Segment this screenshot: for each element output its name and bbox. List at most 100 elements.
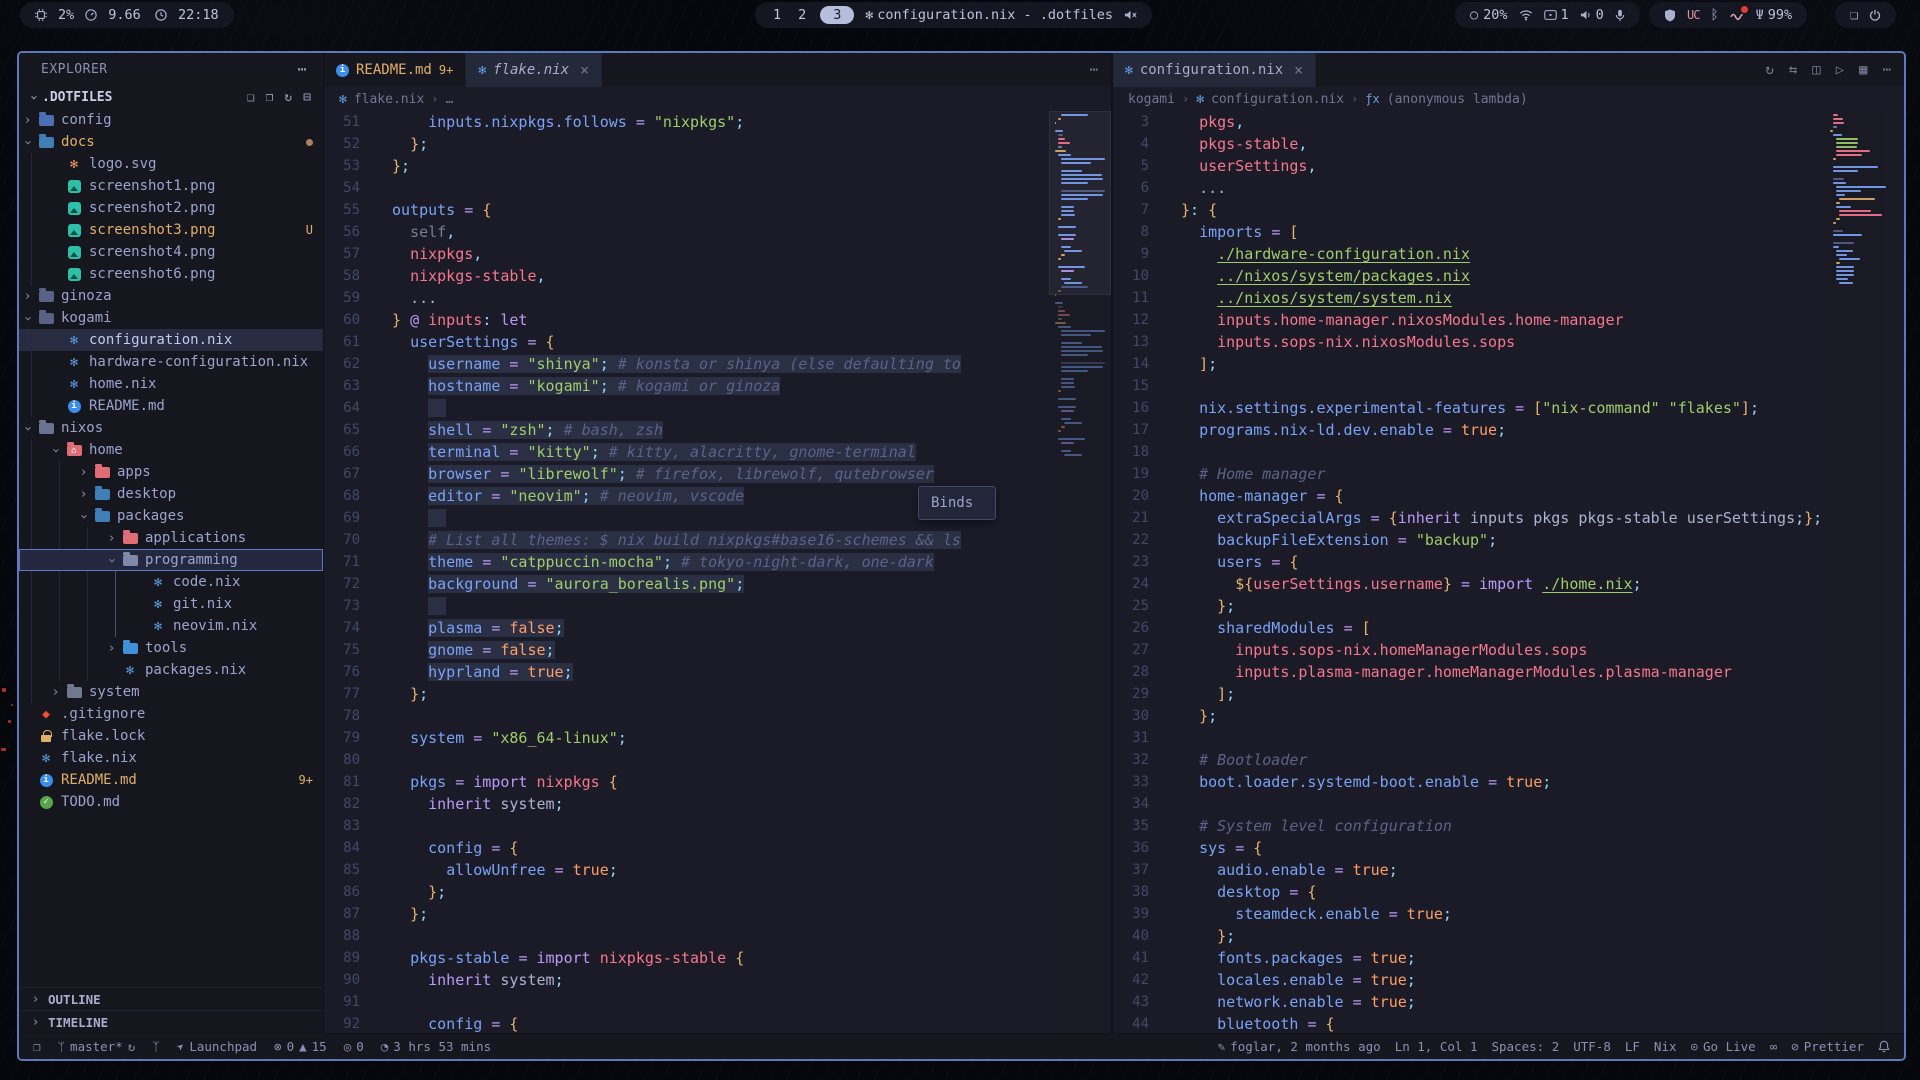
code-line-89[interactable]: 89 pkgs-stable = import nixpkgs-stable { [324, 947, 1111, 969]
code-line-8[interactable]: 8 imports = [ [1113, 221, 1904, 243]
code-line-90[interactable]: 90 inherit system; [324, 969, 1111, 991]
tree-item-flake.nix[interactable]: ✻flake.nix [19, 747, 323, 769]
code-line-62[interactable]: 62 username = "shinya"; # konsta or shin… [324, 353, 1111, 375]
tree-item-desktop[interactable]: ›desktop [19, 483, 323, 505]
chevron-expanded-icon[interactable]: › [76, 508, 91, 525]
chevron-expanded-icon[interactable]: › [104, 552, 119, 569]
timeline-section[interactable]: › TIMELINE [19, 1010, 323, 1033]
connectivity-widget[interactable]: UC ᛒ Ψ 99% [1649, 2, 1807, 28]
tree-item-docs[interactable]: ›docs [19, 131, 323, 153]
code-line-44[interactable]: 44 bluetooth = { [1113, 1013, 1904, 1033]
chevron-expanded-icon[interactable]: › [20, 310, 35, 327]
new-file-icon[interactable]: ❏ [247, 90, 255, 105]
code-line-15[interactable]: 15 [1113, 375, 1904, 397]
code-line-76[interactable]: 76 hyprland = true; [324, 661, 1111, 683]
code-line-92[interactable]: 92 config = { [324, 1013, 1111, 1033]
code-line-10[interactable]: 10 ../nixos/system/packages.nix [1113, 265, 1904, 287]
code-line-36[interactable]: 36 sys = { [1113, 837, 1904, 859]
chevron-collapsed-icon[interactable]: › [75, 465, 92, 480]
tree-item-hardware-configuration.nix[interactable]: ✻hardware-configuration.nix [19, 351, 323, 373]
chevron-collapsed-icon[interactable]: › [19, 289, 36, 304]
code-line-87[interactable]: 87 }; [324, 903, 1111, 925]
code-line-23[interactable]: 23 users = { [1113, 551, 1904, 573]
status-remote-indicator[interactable]: ❐ [33, 1039, 41, 1054]
code-line-91[interactable]: 91 [324, 991, 1111, 1013]
close-tab-icon[interactable]: × [580, 61, 589, 79]
code-line-31[interactable]: 31 [1113, 727, 1904, 749]
code-line-55[interactable]: 55outputs = { [324, 199, 1111, 221]
tree-item-home.nix[interactable]: ✻home.nix [19, 373, 323, 395]
code-line-53[interactable]: 53}; [324, 155, 1111, 177]
status-encoding[interactable]: UTF-8 [1573, 1039, 1611, 1054]
workspace-2[interactable]: 2 [795, 7, 809, 23]
workspace-3-active[interactable]: 3 [820, 6, 854, 24]
chevron-collapsed-icon[interactable]: › [19, 113, 36, 128]
code-line-14[interactable]: 14 ]; [1113, 353, 1904, 375]
tree-item-configuration.nix[interactable]: ✻configuration.nix [19, 329, 323, 351]
chevron-collapsed-icon[interactable]: › [103, 531, 120, 546]
code-line-57[interactable]: 57 nixpkgs, [324, 243, 1111, 265]
code-line-4[interactable]: 4 pkgs-stable, [1113, 133, 1904, 155]
history-icon[interactable]: ↻ [1765, 62, 1773, 78]
run-file-icon[interactable]: ▷ [1836, 62, 1844, 78]
code-line-61[interactable]: 61 userSettings = { [324, 331, 1111, 353]
outline-section[interactable]: › OUTLINE [19, 987, 323, 1010]
breadcrumb[interactable]: ✻ flake.nix › … [324, 87, 1111, 111]
code-line-29[interactable]: 29 ]; [1113, 683, 1904, 705]
status-gitlens-commit[interactable]: ✎foglar, 2 months ago [1218, 1039, 1381, 1054]
code-line-30[interactable]: 30 }; [1113, 705, 1904, 727]
status-eol[interactable]: LF [1625, 1039, 1640, 1054]
chevron-collapsed-icon[interactable]: › [47, 685, 64, 700]
code-line-27[interactable]: 27 inputs.sops-nix.homeManagerModules.so… [1113, 639, 1904, 661]
code-line-37[interactable]: 37 audio.enable = true; [1113, 859, 1904, 881]
tree-item-flake.lock[interactable]: flake.lock [19, 725, 323, 747]
open-changes-icon[interactable]: ⇆ [1789, 62, 1797, 78]
status-extension-status[interactable]: ∞ [1770, 1039, 1778, 1054]
chevron-collapsed-icon[interactable]: › [103, 641, 120, 656]
code-line-19[interactable]: 19 # Home manager [1113, 463, 1904, 485]
code-line-54[interactable]: 54 [324, 177, 1111, 199]
tree-item-applications[interactable]: ›applications [19, 527, 323, 549]
code-line-28[interactable]: 28 inputs.plasma-manager.homeManagerModu… [1113, 661, 1904, 683]
code-line-65[interactable]: 65 shell = "zsh"; # bash, zsh [324, 419, 1111, 441]
session-widget[interactable]: ❏ [1835, 2, 1896, 28]
code-line-18[interactable]: 18 [1113, 441, 1904, 463]
status-launchpad[interactable]: ➤Launchpad [177, 1039, 257, 1054]
code-line-85[interactable]: 85 allowUnfree = true; [324, 859, 1111, 881]
code-line-77[interactable]: 77 }; [324, 683, 1111, 705]
split-editor-icon[interactable]: ◫ [1812, 62, 1820, 78]
new-folder-icon[interactable]: ❐ [266, 90, 274, 105]
refresh-explorer-icon[interactable]: ↻ [284, 90, 292, 105]
tree-item-packages.nix[interactable]: ✻packages.nix [19, 659, 323, 681]
code-line-40[interactable]: 40 }; [1113, 925, 1904, 947]
more-actions-icon[interactable]: ⋯ [1883, 62, 1891, 78]
tree-item-ginoza[interactable]: ›ginoza [19, 285, 323, 307]
code-line-70[interactable]: 70 # List all themes: $ nix build nixpkg… [324, 529, 1111, 551]
code-line-21[interactable]: 21 extraSpecialArgs = {inherit inputs pk… [1113, 507, 1904, 529]
tree-item-screenshot2.png[interactable]: screenshot2.png [19, 197, 323, 219]
code-line-42[interactable]: 42 locales.enable = true; [1113, 969, 1904, 991]
status-cursor-position[interactable]: Ln 1, Col 1 [1395, 1039, 1478, 1054]
explorer-more-actions-icon[interactable]: ⋯ [297, 60, 307, 78]
chevron-expanded-icon[interactable]: › [48, 442, 63, 459]
code-line-20[interactable]: 20 home-manager = { [1113, 485, 1904, 507]
tree-item-.gitignore[interactable]: ◆.gitignore [19, 703, 323, 725]
code-line-58[interactable]: 58 nixpkgs-stable, [324, 265, 1111, 287]
status-notifications-bell[interactable] [1878, 1040, 1890, 1053]
code-line-81[interactable]: 81 pkgs = import nixpkgs { [324, 771, 1111, 793]
tree-item-home[interactable]: ›⌂home [19, 439, 323, 461]
code-line-16[interactable]: 16 nix.settings.experimental-features = … [1113, 397, 1904, 419]
tab-readme[interactable]: i README.md 9+ [324, 53, 466, 87]
code-line-64[interactable]: 64 [324, 397, 1111, 419]
tree-item-neovim.nix[interactable]: ✻neovim.nix [19, 615, 323, 637]
speaker-muted-icon[interactable] [1124, 9, 1137, 21]
status-indentation[interactable]: Spaces: 2 [1491, 1039, 1559, 1054]
code-line-83[interactable]: 83 [324, 815, 1111, 837]
code-line-7[interactable]: 7}: { [1113, 199, 1904, 221]
status-source-control-graph[interactable]: ᛉ [152, 1039, 160, 1054]
status-wakatime[interactable]: ◔3 hrs 53 mins [381, 1039, 491, 1054]
tree-item-apps[interactable]: ›apps [19, 461, 323, 483]
status-go-live[interactable]: ⊙Go Live [1691, 1039, 1756, 1054]
tree-item-screenshot4.png[interactable]: screenshot4.png [19, 241, 323, 263]
tree-item-logo.svg[interactable]: ✻logo.svg [19, 153, 323, 175]
